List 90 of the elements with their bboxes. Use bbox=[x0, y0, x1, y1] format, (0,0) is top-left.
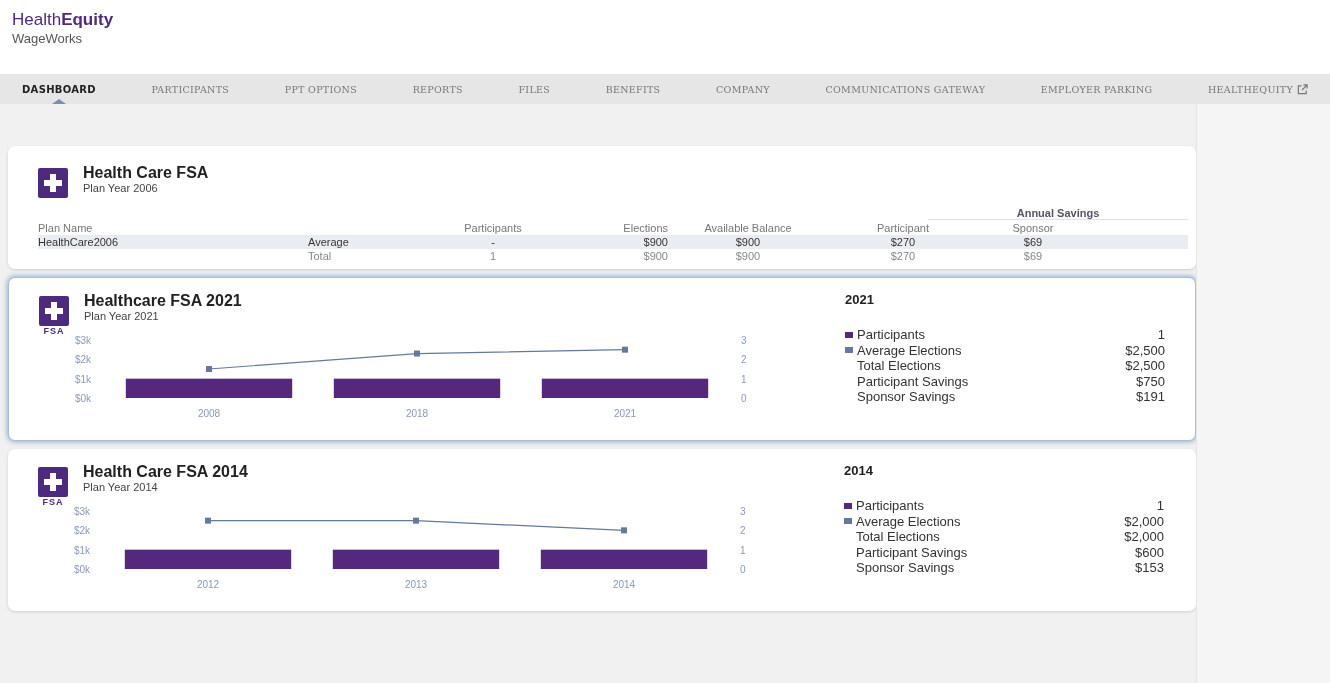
axis-tick-label: 2021 bbox=[613, 408, 637, 419]
table-cell: Average bbox=[308, 236, 349, 248]
nav-tab[interactable]: BENEFITS bbox=[605, 77, 661, 101]
table-cell: $900 bbox=[643, 250, 668, 262]
plan-year: Plan Year 2021 bbox=[84, 310, 160, 322]
axis-tick-label: 0 bbox=[740, 564, 746, 575]
stat-label: Participant Savings bbox=[856, 544, 969, 560]
stat-label: Sponsor Savings bbox=[856, 560, 956, 576]
stat-label: Average Elections bbox=[857, 342, 963, 358]
nav-tab[interactable]: HEALTHEQUITY bbox=[1208, 77, 1308, 101]
stats-year: 2014 bbox=[844, 463, 874, 478]
axis-tick-label: 0 bbox=[741, 393, 747, 404]
axis-tick-label: 2013 bbox=[404, 579, 428, 590]
stat-value: $153 bbox=[1135, 560, 1164, 576]
table-cell: $900 bbox=[643, 236, 668, 248]
table-cell: $900 bbox=[735, 236, 761, 248]
axis-tick-label: 2 bbox=[740, 525, 746, 537]
axis-tick-label: $1k bbox=[74, 373, 91, 385]
stat-value: $2,500 bbox=[1125, 342, 1165, 358]
table-cell: - bbox=[491, 236, 495, 248]
axis-tick-label: $0k bbox=[73, 564, 90, 575]
nav-tab[interactable]: COMPANY bbox=[716, 77, 770, 101]
plan-title: Healthcare FSA 2021 bbox=[84, 292, 242, 310]
column-group-header: Annual Savings bbox=[928, 207, 1188, 220]
stat-label: Sponsor Savings bbox=[857, 389, 957, 405]
axis-tick-label: 2 bbox=[741, 354, 747, 366]
table-cell: 1 bbox=[489, 250, 497, 262]
plan-title: Health Care FSA bbox=[83, 164, 209, 182]
axis-tick-label: $3k bbox=[74, 335, 91, 346]
point bbox=[622, 346, 628, 353]
column-header: Available Balance bbox=[704, 222, 792, 234]
column-header: Participant bbox=[877, 222, 929, 234]
axis-tick-label: $2k bbox=[73, 525, 90, 537]
axis-tick-label: 2018 bbox=[405, 408, 429, 419]
axis-tick-label: 2008 bbox=[197, 408, 221, 419]
table-cell: HealthCare2006 bbox=[38, 236, 119, 248]
axis-tick-label: 2012 bbox=[196, 579, 220, 590]
plan-year: Plan Year 2006 bbox=[83, 182, 159, 194]
axis-tick-label: 3 bbox=[741, 335, 747, 346]
column-header: Participants bbox=[464, 222, 522, 234]
medical-cross-icon bbox=[38, 168, 68, 198]
stat-label: Total Elections bbox=[856, 529, 941, 545]
stat-value: $750 bbox=[1136, 373, 1165, 389]
axis-tick-label: $1k bbox=[73, 544, 90, 556]
stat-value: 1 bbox=[1157, 327, 1165, 343]
stats-year: 2021 bbox=[845, 292, 875, 307]
stat-label: Participants bbox=[856, 498, 925, 514]
nav-tab[interactable]: COMMUNICATIONS GATEWAY bbox=[825, 77, 986, 101]
stat-value: $191 bbox=[1136, 389, 1165, 405]
point bbox=[414, 350, 420, 357]
axis-tick-label: 1 bbox=[741, 373, 747, 385]
nav-tab[interactable]: PARTICIPANTS bbox=[151, 77, 230, 101]
stat-value: 1 bbox=[1156, 498, 1164, 514]
stat-value: $2,000 bbox=[1124, 513, 1164, 529]
brand-logo: HealthEquity bbox=[12, 10, 115, 30]
plan-year: Plan Year 2014 bbox=[83, 481, 159, 493]
table-cell: $69 bbox=[1023, 250, 1043, 262]
table-cell: $900 bbox=[735, 250, 761, 262]
stat-value: $2,500 bbox=[1125, 358, 1165, 374]
axis-tick-label: 2014 bbox=[612, 579, 636, 590]
column-header: Plan Name bbox=[38, 222, 93, 234]
nav-tab[interactable]: DASHBOARD bbox=[22, 77, 96, 101]
medical-cross-icon bbox=[39, 296, 69, 326]
table-cell: Total bbox=[308, 250, 332, 262]
nav-tab[interactable]: EMPLOYER PARKING bbox=[1040, 77, 1153, 101]
stat-value: $2,000 bbox=[1124, 529, 1164, 545]
axis-tick-label: $0k bbox=[74, 393, 91, 404]
stat-label: Participant Savings bbox=[857, 373, 970, 389]
axis-tick-label: $3k bbox=[73, 506, 90, 517]
table-cell: $270 bbox=[890, 250, 916, 262]
medical-cross-icon bbox=[38, 467, 68, 497]
stat-label: Participants bbox=[857, 327, 926, 343]
plan-title: Health Care FSA 2014 bbox=[83, 463, 248, 481]
column-header: Elections bbox=[623, 222, 668, 234]
stat-label: Average Elections bbox=[856, 513, 962, 529]
column-header: Sponsor bbox=[1012, 222, 1054, 234]
nav-tab[interactable]: PPT OPTIONS bbox=[284, 77, 358, 101]
axis-tick-label: $2k bbox=[74, 354, 91, 366]
nav-tab[interactable]: REPORTS bbox=[412, 77, 463, 101]
brand-subtitle: WageWorks bbox=[12, 31, 84, 46]
icon-label: FSA bbox=[42, 497, 64, 507]
axis-tick-label: 1 bbox=[740, 544, 746, 556]
table-cell: $69 bbox=[1023, 236, 1043, 248]
axis-tick-label: 3 bbox=[740, 506, 746, 517]
icon-label: FSA bbox=[43, 326, 65, 336]
stat-value: $600 bbox=[1135, 544, 1164, 560]
table-cell: $270 bbox=[890, 236, 916, 248]
point bbox=[206, 366, 212, 372]
stat-label: Total Elections bbox=[857, 358, 942, 374]
nav-tab[interactable]: FILES bbox=[518, 77, 551, 101]
